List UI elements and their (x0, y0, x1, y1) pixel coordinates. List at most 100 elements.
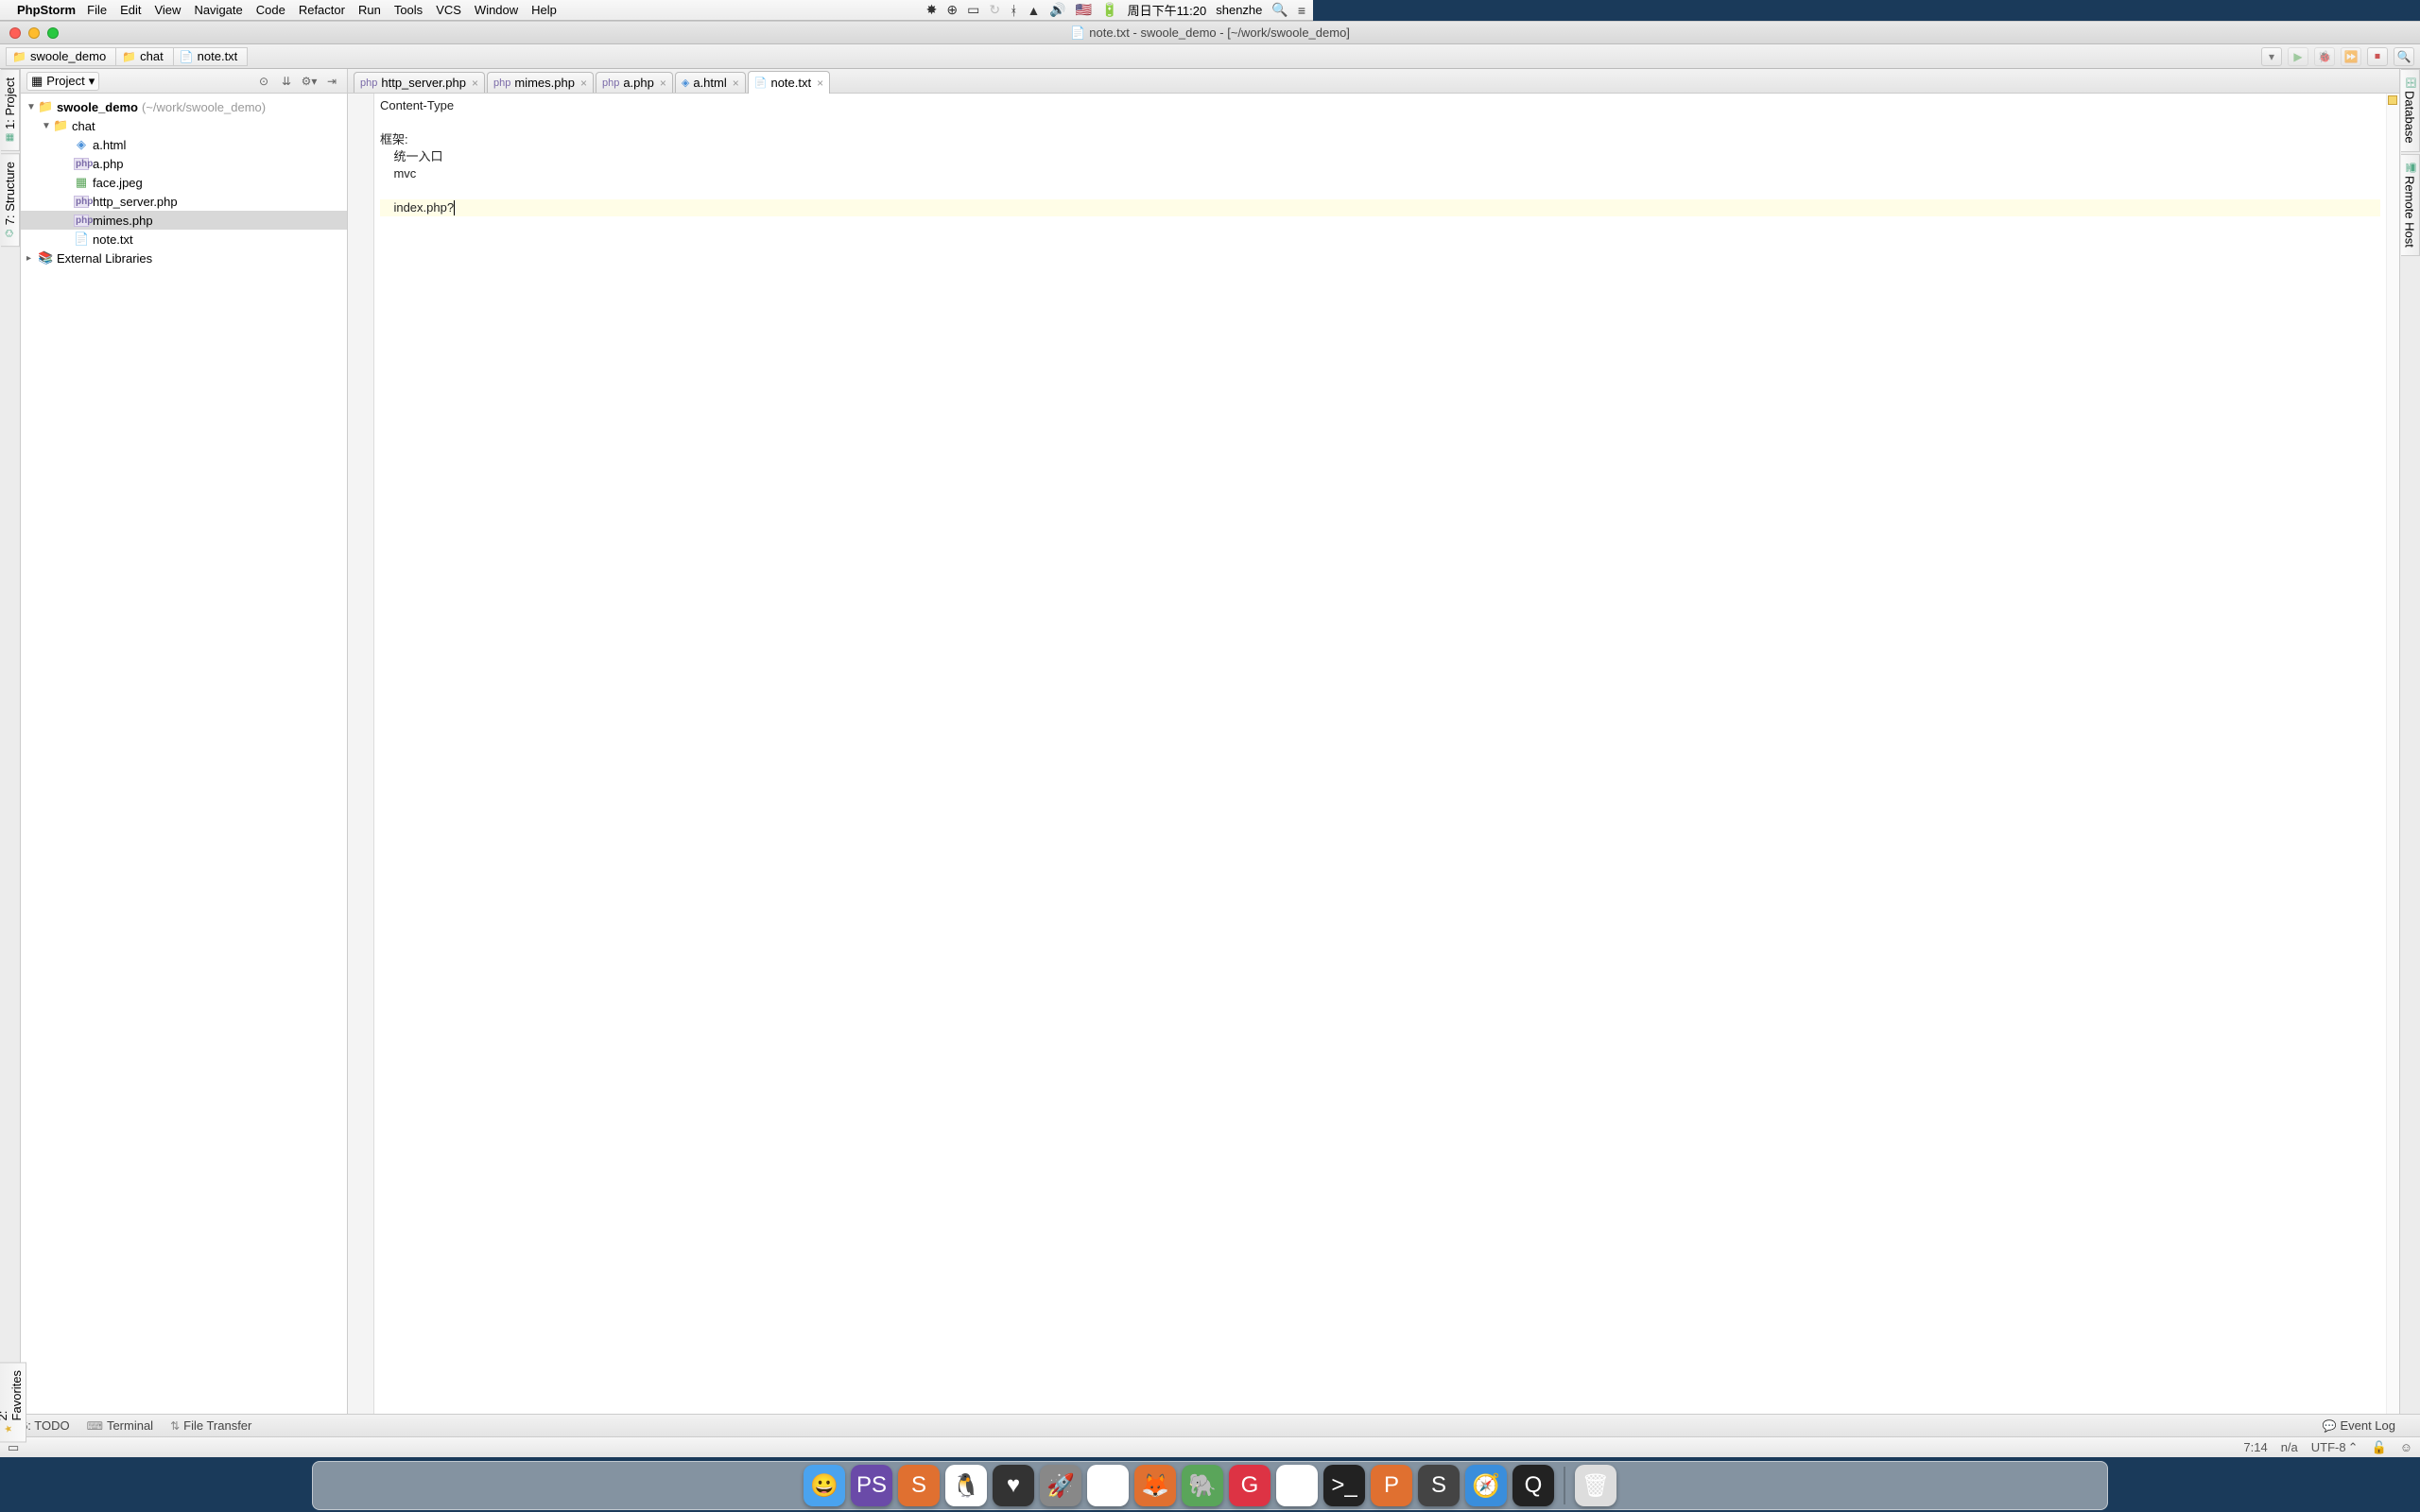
tab-close-button[interactable]: × (472, 77, 478, 90)
evernote-menubar-icon[interactable]: ✸ (926, 2, 938, 18)
tree-file[interactable]: ▦face.jpeg (21, 173, 347, 192)
dock-app-iterm[interactable]: >_ (1323, 1465, 1365, 1506)
dock-app-sublime[interactable]: S (1418, 1465, 1460, 1506)
add-icon[interactable]: ⊕ (946, 2, 958, 18)
coverage-button[interactable]: ⏩ (2341, 47, 2361, 66)
cursor-position[interactable]: 7:14 (2243, 1440, 2267, 1454)
line-separator[interactable]: n/a (2281, 1440, 2298, 1454)
editor-tab[interactable]: phpmimes.php× (487, 72, 594, 93)
error-stripe[interactable] (2386, 94, 2399, 1414)
volume-icon[interactable]: 🔊 (1049, 2, 1065, 18)
editor-tab[interactable]: phphttp_server.php× (354, 72, 485, 93)
code-line[interactable]: 框架: (380, 131, 2380, 148)
code-line[interactable]: 统一入口 (380, 148, 2380, 165)
dock-app-chrome[interactable]: ◎ (1087, 1465, 1129, 1506)
tool-remote-host-tab[interactable]: 🖥Remote Host (2401, 154, 2420, 256)
dock-app-phpstorm[interactable]: PS (851, 1465, 892, 1506)
dock-app-finder[interactable]: 😀 (804, 1465, 845, 1506)
window-minimize-button[interactable] (28, 27, 40, 39)
tool-file-transfer-tab[interactable]: ⇅File Transfer (170, 1418, 251, 1433)
search-button[interactable]: 🔍 (2394, 47, 2414, 66)
debug-button[interactable]: 🐞 (2314, 47, 2335, 66)
user-menu[interactable]: shenzhe (1216, 3, 1262, 17)
spotlight-icon[interactable]: 🔍 (1271, 2, 1288, 18)
dock-app-swoole[interactable]: S (898, 1465, 940, 1506)
tab-close-button[interactable]: × (817, 77, 823, 90)
dock-app-qq[interactable]: 🐧 (945, 1465, 987, 1506)
menu-file[interactable]: File (87, 3, 107, 17)
tree-file[interactable]: 📄note.txt (21, 230, 347, 249)
editor-tab[interactable]: 📄note.txt× (748, 71, 830, 94)
code-line[interactable]: index.php? (380, 199, 2380, 216)
menu-tools[interactable]: Tools (394, 3, 423, 17)
dock-app-safari[interactable]: 🧭 (1465, 1465, 1507, 1506)
tree-file[interactable]: phpmimes.php (21, 211, 347, 230)
inspection-indicator-icon[interactable] (2388, 95, 2397, 105)
tab-close-button[interactable]: × (580, 77, 587, 90)
app-name[interactable]: PhpStorm (17, 3, 76, 17)
menu-refactor[interactable]: Refactor (299, 3, 345, 17)
expand-arrow-icon[interactable]: ▼ (42, 121, 53, 131)
bluetooth-icon[interactable]: ᚼ (1010, 3, 1017, 18)
nav-dropdown-button[interactable]: ▾ (2261, 47, 2282, 66)
tool-structure-tab[interactable]: ⌬7: Structure (1, 153, 20, 247)
display-icon[interactable]: ▭ (967, 2, 979, 18)
settings-button[interactable]: ⚙▾ (300, 73, 319, 90)
tool-terminal-tab[interactable]: ⌨Terminal (87, 1418, 153, 1433)
collapse-all-button[interactable]: ⇊ (277, 73, 296, 90)
dock-app-evernote[interactable]: 🐘 (1182, 1465, 1223, 1506)
project-view-selector[interactable]: ▦Project▾ (26, 72, 99, 91)
hector-icon[interactable]: ☺ (2400, 1440, 2412, 1454)
breadcrumb-file[interactable]: 📄note.txt (173, 47, 249, 66)
menu-window[interactable]: Window (475, 3, 518, 17)
dock-app-github[interactable]: ♥ (993, 1465, 1034, 1506)
tree-root[interactable]: ▼📁swoole_demo(~/work/swoole_demo) (21, 97, 347, 116)
hide-button[interactable]: ⇥ (322, 73, 341, 90)
menu-run[interactable]: Run (358, 3, 381, 17)
dock-app-launchpad[interactable]: 🚀 (1040, 1465, 1081, 1506)
dock-app-app2[interactable]: ✎ (1276, 1465, 1318, 1506)
menu-view[interactable]: View (154, 3, 181, 17)
dock-app-app1[interactable]: G (1229, 1465, 1270, 1506)
menu-vcs[interactable]: VCS (436, 3, 461, 17)
readonly-toggle[interactable]: 🔓 (2372, 1440, 2387, 1455)
code-line[interactable] (380, 114, 2380, 131)
editor-gutter[interactable] (348, 94, 374, 1414)
expand-arrow-icon[interactable]: ▼ (26, 102, 38, 112)
tree-folder-chat[interactable]: ▼📁chat (21, 116, 347, 135)
menu-edit[interactable]: Edit (120, 3, 141, 17)
tree-external-libraries[interactable]: ▸📚External Libraries (21, 249, 347, 267)
project-tree[interactable]: ▼📁swoole_demo(~/work/swoole_demo) ▼📁chat… (21, 94, 347, 1414)
code-line[interactable]: mvc (380, 165, 2380, 182)
stop-button[interactable]: ⏹ (2367, 47, 2388, 66)
dock-app-trash[interactable]: 🗑 (1575, 1465, 1616, 1506)
timemachine-icon[interactable]: ↻ (989, 2, 1000, 18)
input-source-icon[interactable]: 🇺🇸 (1076, 2, 1092, 18)
dock-app-quicktime[interactable]: Q (1512, 1465, 1554, 1506)
battery-icon[interactable]: 🔋 (1101, 2, 1117, 18)
window-zoom-button[interactable] (47, 27, 59, 39)
tool-database-tab[interactable]: 🗄Database (2401, 69, 2420, 152)
editor-tab[interactable]: phpa.php× (596, 72, 673, 93)
tab-close-button[interactable]: × (660, 77, 666, 90)
code-line[interactable] (380, 182, 2380, 199)
menu-navigate[interactable]: Navigate (194, 3, 242, 17)
tree-file[interactable]: phphttp_server.php (21, 192, 347, 211)
window-close-button[interactable] (9, 27, 21, 39)
menu-help[interactable]: Help (531, 3, 557, 17)
tool-event-log-tab[interactable]: 💬Event Log (2323, 1418, 2396, 1433)
file-encoding[interactable]: UTF-8 ⌃ (2311, 1440, 2359, 1455)
notification-center-icon[interactable]: ≡ (1298, 3, 1305, 18)
code-line[interactable]: Content-Type (380, 97, 2380, 114)
run-button[interactable]: ▶ (2288, 47, 2308, 66)
dock-app-firefox[interactable]: 🦊 (1134, 1465, 1176, 1506)
tree-file[interactable]: ◈a.html (21, 135, 347, 154)
tool-project-tab[interactable]: ▦1: Project (1, 69, 20, 151)
tool-favorites-tab[interactable]: ★2: Favorites (0, 1362, 26, 1442)
scroll-from-source-button[interactable]: ⊙ (254, 73, 273, 90)
menu-code[interactable]: Code (256, 3, 285, 17)
clock[interactable]: 周日下午11:20 (1128, 1, 1207, 19)
tree-file[interactable]: phpa.php (21, 154, 347, 173)
tab-close-button[interactable]: × (733, 77, 739, 90)
editor-tab[interactable]: ◈a.html× (675, 72, 746, 93)
